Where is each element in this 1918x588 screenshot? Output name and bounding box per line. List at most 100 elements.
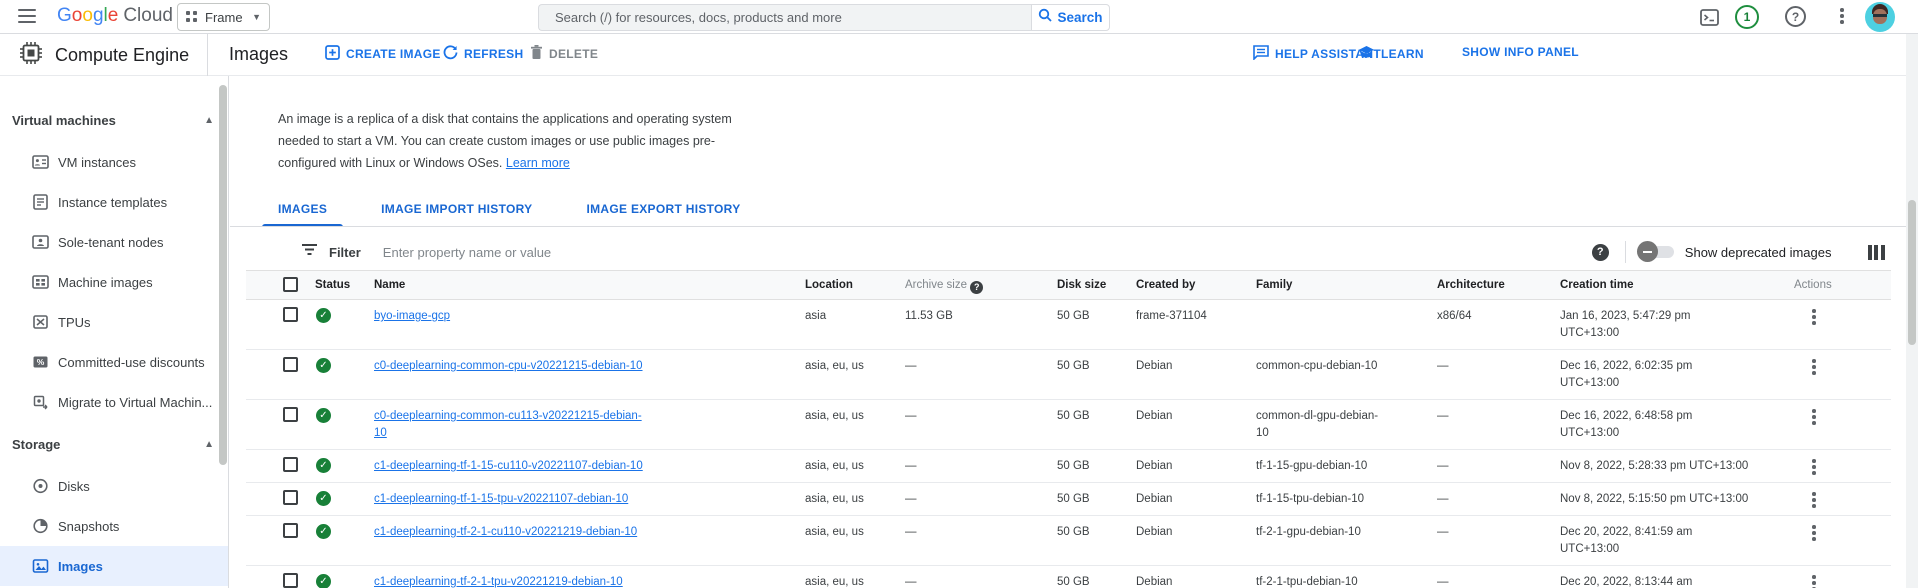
- row-actions-button[interactable]: [1812, 492, 1816, 510]
- menu-icon[interactable]: [18, 9, 36, 23]
- cell-archive-size: —: [905, 576, 917, 588]
- delete-button[interactable]: DELETE: [530, 45, 598, 63]
- sidebar-item-vm-instances[interactable]: VM instances: [0, 142, 228, 182]
- table-row: ✓ c1-deeplearning-tf-2-1-tpu-v20221219-de…: [246, 566, 1891, 588]
- nav-scrollbar[interactable]: [219, 85, 227, 465]
- tab-image-export-history[interactable]: IMAGE EXPORT HISTORY: [570, 196, 756, 227]
- select-all-checkbox[interactable]: [283, 277, 298, 292]
- sidebar-item-sole-tenant-nodes[interactable]: Sole-tenant nodes: [0, 222, 228, 262]
- image-name-link[interactable]: c1-deeplearning-tf-2-1-tpu-v20221219-deb…: [374, 576, 623, 588]
- column-header-actions[interactable]: Actions: [1794, 279, 1832, 291]
- search-input[interactable]: Search (/) for resources, docs, products…: [538, 4, 1031, 31]
- sidebar-item-instance-templates[interactable]: Instance templates: [0, 182, 228, 222]
- cell-disk-size: 50 GB: [1057, 360, 1090, 372]
- sidebar-item-machine-images[interactable]: Machine images: [0, 262, 228, 302]
- image-name-link[interactable]: c1-deeplearning-tf-2-1-cu110-v20221219-d…: [374, 526, 637, 538]
- search-placeholder: Search (/) for resources, docs, products…: [555, 10, 842, 25]
- brand-google: Google: [57, 5, 119, 26]
- filter-icon: [302, 243, 317, 261]
- show-deprecated-toggle[interactable]: [1636, 241, 1674, 262]
- learn-button[interactable]: LEARN: [1358, 45, 1424, 62]
- avatar[interactable]: [1865, 2, 1895, 32]
- filter-help-icon[interactable]: ?: [1591, 243, 1609, 261]
- learn-more-link[interactable]: Learn more: [506, 156, 570, 170]
- image-name-link[interactable]: c0-deeplearning-common-cpu-v20221215-deb…: [374, 360, 643, 372]
- cell-family: common-cpu-debian-10: [1256, 360, 1378, 372]
- cell-location: asia: [805, 310, 827, 322]
- refresh-button[interactable]: REFRESH: [443, 45, 523, 63]
- filter-input[interactable]: Enter property name or value: [383, 245, 1592, 260]
- app-bar: Compute Engine Images CREATE IMAGE REFRES…: [0, 34, 1918, 76]
- sidebar-item-migrate-to-virtual-machin[interactable]: Migrate to Virtual Machin...: [0, 382, 228, 422]
- cell-created-by: Debian: [1136, 410, 1173, 422]
- row-checkbox[interactable]: [283, 407, 298, 422]
- column-header-archive[interactable]: Archive size ?: [905, 279, 984, 294]
- search-button[interactable]: Search: [1031, 4, 1110, 31]
- row-actions-button[interactable]: [1812, 459, 1816, 477]
- sidebar-item-tpus[interactable]: TPUs: [0, 302, 228, 342]
- notification-count: 1: [1743, 10, 1751, 24]
- chevron-down-icon: ▼: [252, 12, 261, 22]
- more-options-icon[interactable]: [1838, 8, 1846, 26]
- column-header-status[interactable]: Status: [315, 279, 350, 291]
- row-checkbox[interactable]: [283, 307, 298, 322]
- column-display-icon[interactable]: [1867, 244, 1888, 260]
- column-header-created[interactable]: Created by: [1136, 279, 1195, 291]
- tab-images[interactable]: IMAGES: [262, 196, 344, 227]
- table-body: ✓ byo-image-gcp asia 11.53 GB 50 GB frame-371…: [246, 300, 1891, 588]
- image-name-link[interactable]: byo-image-gcp: [374, 310, 450, 322]
- page-scrollbar-track[interactable]: [1906, 34, 1918, 588]
- image-name-link-wrap[interactable]: 10: [374, 427, 387, 439]
- row-actions-button[interactable]: [1812, 575, 1816, 588]
- row-actions-button[interactable]: [1812, 359, 1816, 377]
- row-checkbox[interactable]: [283, 457, 298, 472]
- help-icon[interactable]: ?: [1785, 6, 1806, 27]
- row-actions-button[interactable]: [1812, 409, 1816, 427]
- sidebar-item-committed-use-discounts[interactable]: % Committed-use discounts: [0, 342, 228, 382]
- tab-image-import-history[interactable]: IMAGE IMPORT HISTORY: [365, 196, 548, 227]
- row-actions-button[interactable]: [1812, 309, 1816, 327]
- project-selector[interactable]: Frame ▼: [177, 3, 270, 31]
- migrate-icon: [32, 394, 49, 411]
- chevron-up-icon[interactable]: ▲: [204, 439, 214, 450]
- row-checkbox[interactable]: [283, 490, 298, 505]
- image-name-link[interactable]: c1-deeplearning-tf-1-15-tpu-v20221107-de…: [374, 493, 628, 505]
- cell-archive-size: —: [905, 360, 917, 372]
- show-info-panel-button[interactable]: SHOW INFO PANEL: [1456, 45, 1579, 59]
- column-header-time[interactable]: Creation time: [1560, 279, 1634, 291]
- google-cloud-logo[interactable]: Google Cloud: [57, 5, 173, 27]
- row-checkbox[interactable]: [283, 357, 298, 372]
- instance-templates-icon: [32, 194, 49, 211]
- cell-location: asia, eu, us: [805, 410, 864, 422]
- notifications-badge[interactable]: 1: [1735, 5, 1759, 29]
- cloud-shell-icon[interactable]: [1699, 7, 1719, 27]
- project-name: Frame: [205, 9, 243, 25]
- cell-disk-size: 50 GB: [1057, 526, 1090, 538]
- cell-created-by: Debian: [1136, 493, 1173, 505]
- column-header-location[interactable]: Location: [805, 279, 853, 291]
- chat-icon: [1253, 45, 1269, 63]
- sidebar-item-disks[interactable]: Disks: [0, 466, 228, 506]
- sidebar-item-images[interactable]: Images: [0, 546, 228, 586]
- page-scrollbar-thumb[interactable]: [1908, 200, 1916, 345]
- image-name-link[interactable]: c1-deeplearning-tf-1-15-cu110-v20221107-…: [374, 460, 643, 472]
- filter-bar: Filter Enter property name or value ? Sh…: [246, 235, 1891, 269]
- row-checkbox[interactable]: [283, 523, 298, 538]
- column-header-disk[interactable]: Disk size: [1057, 279, 1106, 291]
- sidebar-item-snapshots[interactable]: Snapshots: [0, 506, 228, 546]
- filter-label[interactable]: Filter: [329, 245, 361, 260]
- column-header-family[interactable]: Family: [1256, 279, 1292, 291]
- project-icon: [186, 11, 198, 23]
- create-image-button[interactable]: CREATE IMAGE: [325, 45, 441, 63]
- row-actions-button[interactable]: [1812, 525, 1816, 543]
- archive-size-help-icon[interactable]: ?: [970, 280, 984, 294]
- product-header[interactable]: Compute Engine: [0, 34, 208, 76]
- status-ok-icon: ✓: [316, 458, 331, 473]
- row-checkbox[interactable]: [283, 573, 298, 588]
- nav-section-storage: Storage ▲: [12, 436, 214, 452]
- column-header-arch[interactable]: Architecture: [1437, 279, 1505, 291]
- table-row: ✓ c1-deeplearning-tf-1-15-tpu-v20221107-d…: [246, 483, 1891, 516]
- image-name-link[interactable]: c0-deeplearning-common-cu113-v20221215-d…: [374, 410, 642, 422]
- chevron-up-icon[interactable]: ▲: [204, 115, 214, 126]
- column-header-name[interactable]: Name: [374, 279, 405, 291]
